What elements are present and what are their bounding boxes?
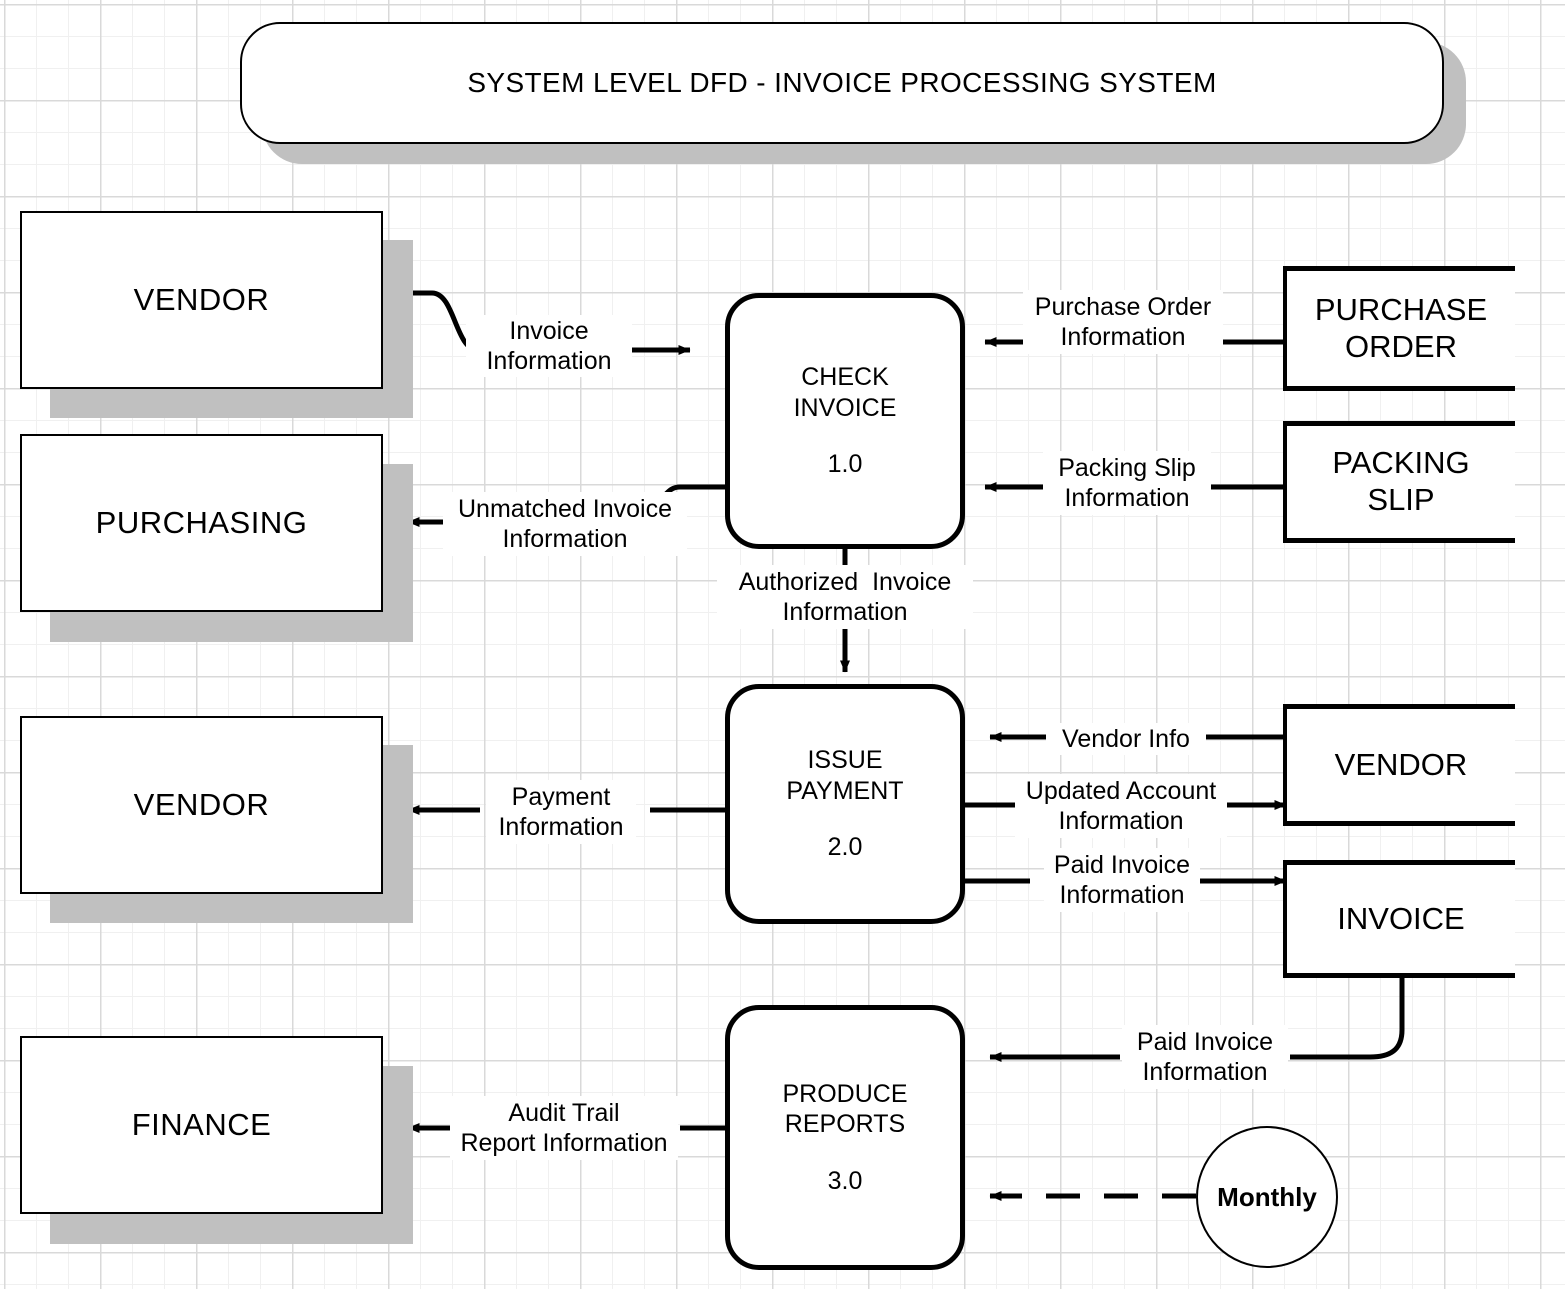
flow-label-vendor-info: Vendor Info [1046,723,1206,755]
flow-label-paid-invoice-information-report: Paid Invoice Information [1122,1025,1288,1089]
process-issue-payment-number: 2.0 [827,833,863,862]
store-packing-slip-line1: PACKING [1332,445,1470,481]
flow-label-invoice-information: Invoice Information [466,315,632,377]
flow-label-authorized-invoice-information: Authorized Invoice Information [717,565,973,629]
process-issue-payment-line1: ISSUE [807,746,883,775]
process-check-invoice-line1: CHECK [801,363,889,392]
flow-label-invoice-information-line1: Invoice [509,316,589,345]
process-issue-payment[interactable]: ISSUE PAYMENT 2.0 [725,684,965,924]
process-produce-reports[interactable]: PRODUCE REPORTS 3.0 [725,1005,965,1270]
flow-label-payment-information-line1: Payment [511,782,611,811]
process-issue-payment-line2: PAYMENT [786,776,904,805]
entity-vendor-top[interactable]: VENDOR [20,211,383,389]
flow-label-paid-invoice-information-report-line1: Paid Invoice [1136,1027,1274,1056]
flow-label-vendor-info-line1: Vendor Info [1062,724,1190,753]
store-purchase-order-line2: ORDER [1345,328,1457,364]
dfd-canvas: SYSTEM LEVEL DFD - INVOICE PROCESSING SY… [0,0,1565,1289]
store-vendor-line1: VENDOR [1334,746,1468,782]
entity-vendor-mid[interactable]: VENDOR [20,716,383,894]
flow-line-paid-invoice-information-report [1290,975,1405,1060]
flow-label-packing-slip-information: Packing Slip Information [1043,451,1211,515]
flow-label-authorized-invoice-information-line2: Information [782,598,908,626]
monthly-trigger[interactable]: Monthly [1196,1126,1338,1268]
flow-label-payment-information: Payment Information [486,780,636,844]
flow-label-unmatched-invoice-information-line2: Information [502,525,628,553]
flow-label-paid-invoice-information-report-line2: Information [1142,1058,1268,1086]
flow-label-updated-account-information: Updated Account Information [1015,774,1227,838]
flow-label-payment-information-line2: Information [498,813,624,841]
process-produce-reports-number: 3.0 [827,1166,863,1195]
flow-label-packing-slip-information-line1: Packing Slip [1058,453,1196,482]
store-purchase-order[interactable]: PURCHASE ORDER [1283,266,1515,391]
entity-vendor-top-label: VENDOR [133,282,270,317]
store-invoice-line1: INVOICE [1337,900,1465,936]
flow-label-authorized-invoice-information-line1: Authorized Invoice [738,567,952,596]
diagram-title: SYSTEM LEVEL DFD - INVOICE PROCESSING SY… [467,67,1217,98]
process-check-invoice-number: 1.0 [827,450,863,479]
flow-label-paid-invoice-information-store: Paid Invoice Information [1044,848,1200,912]
flow-label-audit-trail-report-information-line1: Audit Trail [508,1098,620,1127]
flow-label-purchase-order-information-line1: Purchase Order [1034,292,1212,321]
entity-purchasing[interactable]: PURCHASING [20,434,383,612]
title-banner: SYSTEM LEVEL DFD - INVOICE PROCESSING SY… [240,22,1444,144]
flow-label-packing-slip-information-line2: Information [1064,484,1190,512]
store-purchase-order-line1: PURCHASE [1314,291,1488,327]
process-produce-reports-line2: REPORTS [784,1110,906,1139]
flow-label-paid-invoice-information-store-line2: Information [1059,881,1185,909]
flow-label-purchase-order-information: Purchase Order Information [1023,290,1223,354]
monthly-trigger-label: Monthly [1217,1181,1317,1212]
flow-label-paid-invoice-information-store-line1: Paid Invoice [1053,850,1191,879]
process-produce-reports-line1: PRODUCE [782,1079,908,1108]
entity-finance[interactable]: FINANCE [20,1036,383,1214]
flow-label-unmatched-invoice-information: Unmatched Invoice Information [443,492,687,556]
process-check-invoice-line2: INVOICE [793,393,897,422]
entity-vendor-mid-label: VENDOR [133,787,270,822]
store-invoice[interactable]: INVOICE [1283,860,1515,978]
flow-label-updated-account-information-line1: Updated Account [1025,776,1217,805]
entity-purchasing-label: PURCHASING [95,505,308,540]
store-vendor[interactable]: VENDOR [1283,704,1515,826]
flow-label-audit-trail-report-information: Audit Trail Report Information [450,1096,678,1160]
entity-finance-label: FINANCE [131,1107,272,1142]
flow-label-updated-account-information-line2: Information [1058,807,1184,835]
process-check-invoice[interactable]: CHECK INVOICE 1.0 [725,293,965,549]
flow-label-purchase-order-information-line2: Information [1060,323,1186,351]
store-packing-slip-line2: SLIP [1367,482,1435,517]
flow-label-audit-trail-report-information-line2: Report Information [460,1129,668,1157]
flow-label-unmatched-invoice-information-line1: Unmatched Invoice [457,494,672,523]
store-packing-slip[interactable]: PACKING SLIP [1283,421,1515,543]
flow-label-invoice-information-line2: Information [486,347,612,375]
